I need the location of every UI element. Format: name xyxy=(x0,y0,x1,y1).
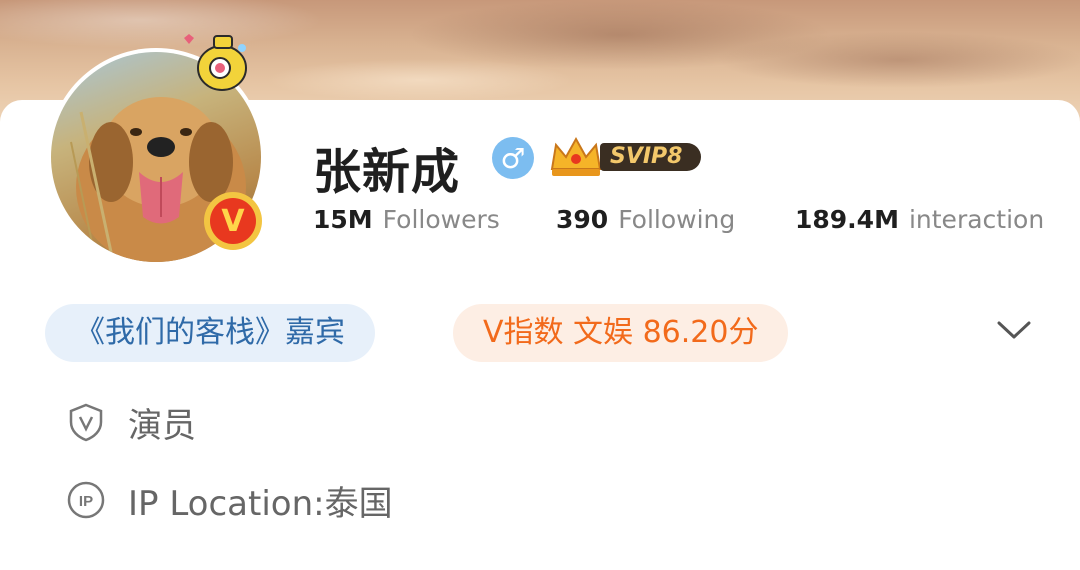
interaction-count: 189.4M xyxy=(795,205,899,234)
svg-text:IP: IP xyxy=(79,493,93,510)
svip-badge[interactable]: SVIP8 xyxy=(548,135,708,179)
verified-badge-symbol: V xyxy=(210,198,256,244)
following-stat[interactable]: 390 Following xyxy=(556,205,735,234)
avatar-pendant-icon xyxy=(180,28,260,102)
crown-icon xyxy=(550,136,602,176)
gender-male-icon: ♂ xyxy=(492,137,534,179)
followers-count: 15M xyxy=(313,205,373,234)
show-guest-tag[interactable]: 《我们的客栈》嘉宾 xyxy=(45,304,375,362)
followers-label: Followers xyxy=(382,205,500,234)
occupation-row: 演员 xyxy=(66,400,196,446)
profile-name: 张新成 xyxy=(313,144,461,200)
ip-location-row: IP IP Location:泰国 xyxy=(66,478,393,524)
verified-badge-icon[interactable]: V xyxy=(204,192,262,250)
following-count: 390 xyxy=(556,205,609,234)
followers-stat[interactable]: 15M Followers xyxy=(313,205,500,234)
occupation-text: 演员 xyxy=(128,405,196,446)
interaction-label: interaction xyxy=(908,205,1045,234)
chevron-down-icon[interactable] xyxy=(996,318,1032,346)
v-index-tag[interactable]: V指数 文娱 86.20分 xyxy=(453,304,789,362)
svip-level-label: SVIP8 xyxy=(600,143,701,171)
ip-location-text: IP Location:泰国 xyxy=(128,483,393,524)
ip-circle-icon: IP xyxy=(67,481,105,519)
interaction-stat[interactable]: 189.4M interaction xyxy=(795,205,1044,234)
following-label: Following xyxy=(618,205,736,234)
shield-v-icon xyxy=(69,403,103,442)
